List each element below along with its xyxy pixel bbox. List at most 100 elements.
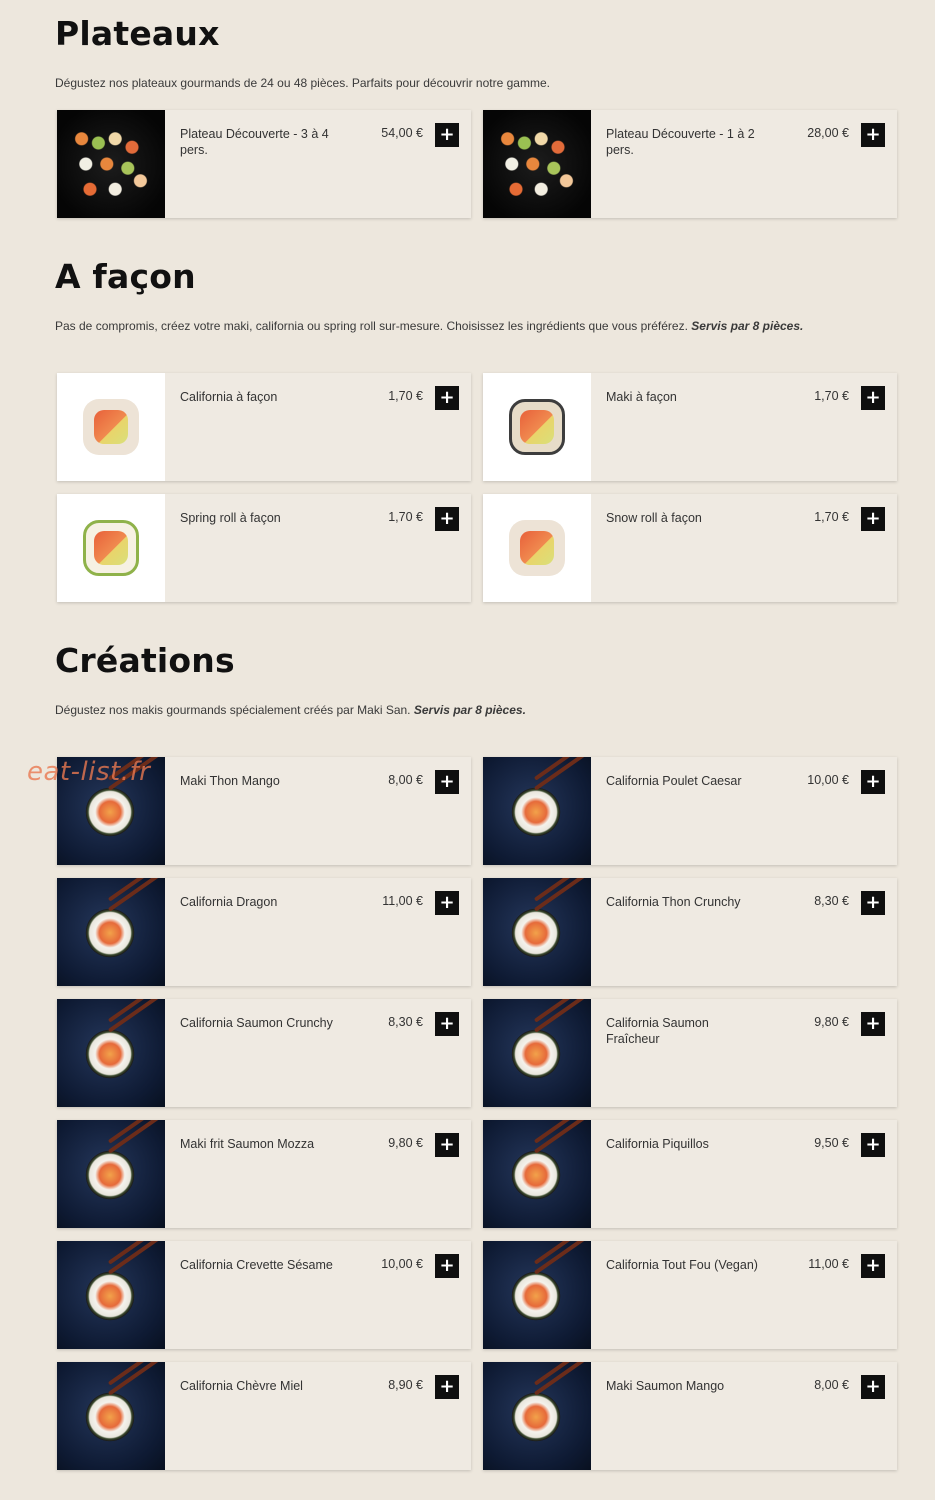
add-button[interactable]: + <box>861 386 885 410</box>
facon-grid: California à façon 1,70 € + Maki à façon… <box>57 373 897 602</box>
product-image <box>57 878 165 986</box>
product-price: 10,00 € <box>807 773 849 787</box>
section-title-plateaux: Plateaux <box>55 14 220 53</box>
product-card[interactable]: California Saumon Fraîcheur 9,80 € + <box>483 999 897 1107</box>
product-price: 11,00 € <box>382 894 423 908</box>
product-name: California Saumon Crunchy <box>180 1016 333 1030</box>
product-name: California Saumon Fraîcheur <box>606 1016 709 1046</box>
product-image <box>57 110 165 218</box>
product-name: Maki frit Saumon Mozza <box>180 1137 315 1151</box>
watermark: eat-list.fr <box>27 757 151 787</box>
product-card[interactable]: California Crevette Sésame 10,00 € + <box>57 1241 471 1349</box>
product-image <box>483 1241 591 1349</box>
maki-icon <box>509 399 565 455</box>
add-button[interactable]: + <box>435 1375 459 1399</box>
product-card[interactable]: Maki frit Saumon Mozza 9,80 € + <box>57 1120 471 1228</box>
product-image <box>57 1362 165 1470</box>
spring-roll-icon <box>83 520 139 576</box>
add-button[interactable]: + <box>861 1133 885 1157</box>
product-name: Maki Thon Mango <box>180 774 280 788</box>
product-card[interactable]: California Tout Fou (Vegan) 11,00 € + <box>483 1241 897 1349</box>
product-price: 10,00 € <box>381 1257 423 1271</box>
product-image <box>57 494 165 602</box>
product-price: 1,70 € <box>814 510 849 524</box>
product-card[interactable]: Maki à façon 1,70 € + <box>483 373 897 481</box>
product-price: 1,70 € <box>388 510 423 524</box>
product-price: 8,00 € <box>814 1378 849 1392</box>
product-price: 28,00 € <box>807 126 849 140</box>
plateaux-grid: Plateau Découverte - 3 à 4 pers. 54,00 €… <box>57 110 897 218</box>
product-price: 1,70 € <box>388 389 423 403</box>
product-card[interactable]: California à façon 1,70 € + <box>57 373 471 481</box>
section-title-facon: A façon <box>55 257 196 296</box>
product-image <box>483 1362 591 1470</box>
product-name: California Poulet Caesar <box>606 774 742 788</box>
product-card[interactable]: Plateau Découverte - 1 à 2 pers. 28,00 €… <box>483 110 897 218</box>
product-name: Spring roll à façon <box>180 511 281 525</box>
add-button[interactable]: + <box>435 1133 459 1157</box>
product-price: 1,70 € <box>814 389 849 403</box>
product-price: 9,50 € <box>814 1136 849 1150</box>
add-button[interactable]: + <box>861 770 885 794</box>
product-name: California Thon Crunchy <box>606 895 741 909</box>
creations-grid: Maki Thon Mango 8,00 € + California Poulet … <box>57 757 897 1470</box>
product-name: Snow roll à façon <box>606 511 702 525</box>
product-price: 9,80 € <box>388 1136 423 1150</box>
product-name: California Piquillos <box>606 1137 709 1151</box>
product-card[interactable]: Maki Saumon Mango 8,00 € + <box>483 1362 897 1470</box>
product-card[interactable]: California Dragon 11,00 € + <box>57 878 471 986</box>
california-icon <box>83 399 139 455</box>
product-card[interactable]: Plateau Découverte - 3 à 4 pers. 54,00 €… <box>57 110 471 218</box>
add-button[interactable]: + <box>861 507 885 531</box>
add-button[interactable]: + <box>435 770 459 794</box>
product-image <box>483 757 591 865</box>
product-price: 8,00 € <box>388 773 423 787</box>
add-button[interactable]: + <box>435 386 459 410</box>
product-price: 54,00 € <box>381 126 423 140</box>
product-name: California à façon <box>180 390 278 404</box>
product-name: Maki à façon <box>606 390 677 404</box>
product-image <box>57 373 165 481</box>
product-name: California Chèvre Miel <box>180 1379 303 1393</box>
product-card[interactable]: Spring roll à façon 1,70 € + <box>57 494 471 602</box>
product-price: 8,30 € <box>814 894 849 908</box>
snow-roll-icon <box>509 520 565 576</box>
product-name: Plateau Découverte - 1 à 2 pers. <box>606 127 755 157</box>
add-button[interactable]: + <box>435 1254 459 1278</box>
product-price: 8,90 € <box>388 1378 423 1392</box>
product-card[interactable]: California Piquillos 9,50 € + <box>483 1120 897 1228</box>
product-price: 11,00 € <box>808 1257 849 1271</box>
product-card[interactable]: California Chèvre Miel 8,90 € + <box>57 1362 471 1470</box>
product-image <box>483 373 591 481</box>
desc-emphasis: Servis par 8 pièces. <box>691 319 804 333</box>
add-button[interactable]: + <box>435 1012 459 1036</box>
product-card[interactable]: California Thon Crunchy 8,30 € + <box>483 878 897 986</box>
add-button[interactable]: + <box>861 1375 885 1399</box>
product-card[interactable]: California Poulet Caesar 10,00 € + <box>483 757 897 865</box>
product-card[interactable]: California Saumon Crunchy 8,30 € + <box>57 999 471 1107</box>
product-name: California Crevette Sésame <box>180 1258 333 1272</box>
add-button[interactable]: + <box>435 123 459 147</box>
product-image <box>57 999 165 1107</box>
product-card[interactable]: Snow roll à façon 1,70 € + <box>483 494 897 602</box>
product-image <box>57 1120 165 1228</box>
add-button[interactable]: + <box>435 891 459 915</box>
product-image <box>57 1241 165 1349</box>
product-price: 8,30 € <box>388 1015 423 1029</box>
section-desc-facon: Pas de compromis, créez votre maki, cali… <box>55 319 803 333</box>
add-button[interactable]: + <box>861 1012 885 1036</box>
section-title-creations: Créations <box>55 641 235 680</box>
add-button[interactable]: + <box>861 891 885 915</box>
product-name: Maki Saumon Mango <box>606 1379 725 1393</box>
add-button[interactable]: + <box>435 507 459 531</box>
product-image <box>483 1120 591 1228</box>
product-image <box>483 110 591 218</box>
desc-text: Dégustez nos makis gourmands spécialemen… <box>55 703 411 717</box>
desc-emphasis: Servis par 8 pièces. <box>413 703 526 717</box>
product-image <box>483 999 591 1107</box>
add-button[interactable]: + <box>861 123 885 147</box>
add-button[interactable]: + <box>861 1254 885 1278</box>
product-name: Plateau Découverte - 3 à 4 pers. <box>180 127 329 157</box>
desc-text: Pas de compromis, créez votre maki, cali… <box>55 319 688 333</box>
section-desc-creations: Dégustez nos makis gourmands spécialemen… <box>55 703 526 717</box>
